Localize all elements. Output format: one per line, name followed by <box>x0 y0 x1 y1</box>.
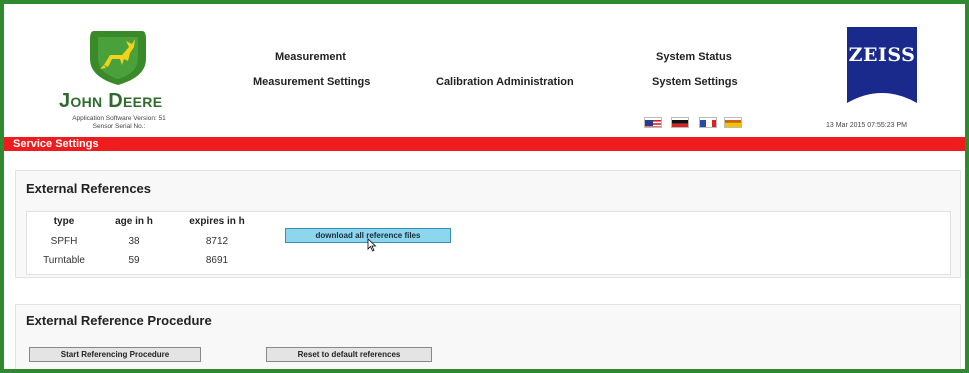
us-flag-icon[interactable] <box>644 117 662 128</box>
nav-measurement[interactable]: Measurement <box>275 51 346 63</box>
column-header-age: age in h <box>115 216 153 227</box>
datetime: 13 Mar 2015 07:55:23 PM <box>826 122 907 129</box>
sensor-serial: Sensor Serial No.: <box>92 123 146 130</box>
cell-age: 59 <box>128 255 140 266</box>
external-references-table: type age in h expires in h SPFH 38 8712 … <box>26 211 951 275</box>
header: John Deere Application Software Version:… <box>4 4 965 137</box>
nav-system-settings[interactable]: System Settings <box>652 76 738 88</box>
app-frame: John Deere Application Software Version:… <box>0 0 969 373</box>
cell-type: Turntable <box>43 255 85 266</box>
nav-system-status[interactable]: System Status <box>656 51 732 63</box>
page-title: Service Settings <box>13 138 99 150</box>
zeiss-logo: ZEISS <box>847 27 917 103</box>
column-header-expires: expires in h <box>189 216 245 227</box>
column-header-type: type <box>53 216 75 227</box>
french-flag-icon[interactable] <box>699 117 717 128</box>
mouse-cursor-icon <box>367 238 377 252</box>
app-info: Application Software Version: 51 Sensor … <box>44 115 194 131</box>
spanish-flag-icon[interactable] <box>724 117 742 128</box>
cell-age: 38 <box>128 236 140 247</box>
page-title-bar: Service Settings <box>4 137 965 151</box>
john-deere-logo-icon <box>90 31 146 85</box>
cell-expires: 8691 <box>205 255 229 266</box>
cell-type: SPFH <box>50 236 78 247</box>
app-version: Application Software Version: 51 <box>72 115 166 122</box>
external-references-title: External References <box>26 181 152 196</box>
company-wordmark: John Deere <box>59 90 163 112</box>
cell-expires: 8712 <box>205 236 229 247</box>
external-references-panel: External References type age in h expire… <box>15 170 961 278</box>
start-referencing-button[interactable]: Start Referencing Procedure <box>29 347 201 362</box>
nav-measurement-settings[interactable]: Measurement Settings <box>253 76 370 88</box>
reference-procedure-title: External Reference Procedure <box>26 313 212 328</box>
german-flag-icon[interactable] <box>671 117 689 128</box>
reference-procedure-panel: External Reference Procedure Start Refer… <box>15 304 961 369</box>
reset-default-references-button[interactable]: Reset to default references <box>266 347 432 362</box>
zeiss-logo-text: ZEISS <box>848 44 916 66</box>
zeiss-arc-icon <box>847 93 917 103</box>
nav-calibration-administration[interactable]: Calibration Administration <box>436 76 574 88</box>
